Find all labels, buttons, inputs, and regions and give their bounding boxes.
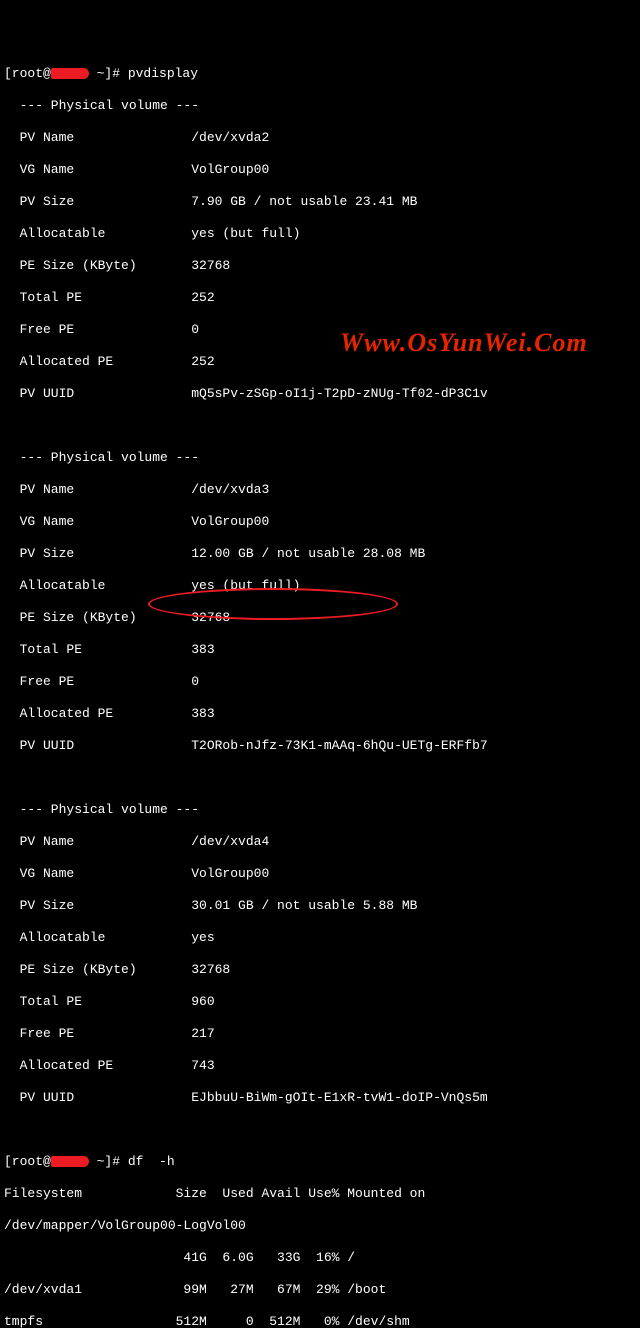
pv3-name: PV Name /dev/xvda4 [4, 834, 636, 850]
pv3-vgname: VG Name VolGroup00 [4, 866, 636, 882]
pv2-name: PV Name /dev/xvda3 [4, 482, 636, 498]
pv3-freepe: Free PE 217 [4, 1026, 636, 1042]
df-row-xvda1: /dev/xvda1 99M 27M 67M 29% /boot [4, 1282, 636, 1298]
pv2-size: PV Size 12.00 GB / not usable 28.08 MB [4, 546, 636, 562]
pv1-totalpe: Total PE 252 [4, 290, 636, 306]
redacted-host-2 [51, 1156, 89, 1167]
pv3-pesize: PE Size (KByte) 32768 [4, 962, 636, 978]
prompt-line-1: [root@ ~]# pvdisplay [4, 66, 636, 82]
redacted-host-1 [51, 68, 89, 79]
pv3-alloc: Allocatable yes [4, 930, 636, 946]
pv1-size: PV Size 7.90 GB / not usable 23.41 MB [4, 194, 636, 210]
pv2-pesize: PE Size (KByte) 32768 [4, 610, 636, 626]
blank-3 [4, 1122, 636, 1138]
pv2-allocpe: Allocated PE 383 [4, 706, 636, 722]
blank-1 [4, 418, 636, 434]
pv3-header: --- Physical volume --- [4, 802, 636, 818]
pv1-vgname: VG Name VolGroup00 [4, 162, 636, 178]
blank-2 [4, 770, 636, 786]
df-row-mapper: /dev/mapper/VolGroup00-LogVol00 [4, 1218, 636, 1234]
pv1-name: PV Name /dev/xvda2 [4, 130, 636, 146]
pv1-uuid: PV UUID mQ5sPv-zSGp-oI1j-T2pD-zNUg-Tf02-… [4, 386, 636, 402]
pv3-totalpe: Total PE 960 [4, 994, 636, 1010]
df-row-tmpfs: tmpfs 512M 0 512M 0% /dev/shm [4, 1314, 636, 1328]
pv2-vgname: VG Name VolGroup00 [4, 514, 636, 530]
pv2-uuid: PV UUID T2ORob-nJfz-73K1-mAAq-6hQu-UETg-… [4, 738, 636, 754]
watermark-text: Www.OsYunWei.Com [340, 335, 588, 351]
pv1-header: --- Physical volume --- [4, 98, 636, 114]
pv2-totalpe: Total PE 383 [4, 642, 636, 658]
pv1-alloc: Allocatable yes (but full) [4, 226, 636, 242]
pv3-size: PV Size 30.01 GB / not usable 5.88 MB [4, 898, 636, 914]
pv3-allocpe: Allocated PE 743 [4, 1058, 636, 1074]
df-row-mapper-2: 41G 6.0G 33G 16% / [4, 1250, 636, 1266]
pv1-pesize: PE Size (KByte) 32768 [4, 258, 636, 274]
pv2-freepe: Free PE 0 [4, 674, 636, 690]
pv2-alloc: Allocatable yes (but full) [4, 578, 636, 594]
prompt-line-2: [root@ ~]# df -h [4, 1154, 636, 1170]
df-header: Filesystem Size Used Avail Use% Mounted … [4, 1186, 636, 1202]
pv3-uuid: PV UUID EJbbuU-BiWm-gOIt-E1xR-tvW1-doIP-… [4, 1090, 636, 1106]
pv2-header: --- Physical volume --- [4, 450, 636, 466]
